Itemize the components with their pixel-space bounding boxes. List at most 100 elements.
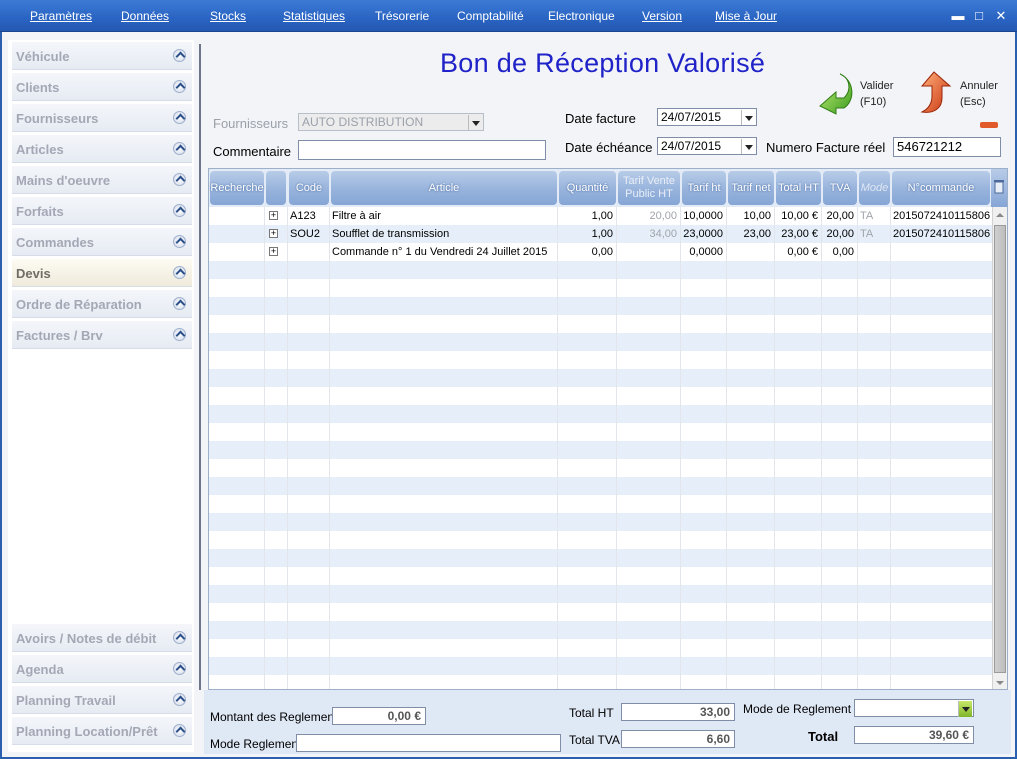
- cell-tarif-public[interactable]: 20,00: [617, 207, 681, 225]
- expand-plus-icon[interactable]: +: [269, 247, 278, 256]
- chevron-up-icon[interactable]: [173, 111, 186, 124]
- menu-comptabilite[interactable]: Comptabilité: [457, 9, 524, 23]
- col-code[interactable]: Code: [289, 171, 329, 205]
- col-numero-commande[interactable]: N°commande: [892, 171, 990, 205]
- empty-table-row[interactable]: [209, 675, 993, 689]
- expand-plus-icon[interactable]: +: [269, 211, 278, 220]
- empty-table-row[interactable]: [209, 621, 993, 639]
- chevron-up-icon[interactable]: [173, 693, 186, 706]
- cell-tarif-net[interactable]: 23,00: [727, 225, 775, 243]
- cancel-button[interactable]: Annuler (Esc): [910, 70, 1000, 116]
- cell-expand[interactable]: +: [265, 243, 288, 261]
- close-icon[interactable]: ✕: [993, 8, 1009, 24]
- chevron-up-icon[interactable]: [173, 173, 186, 186]
- chevron-down-icon[interactable]: [958, 701, 972, 717]
- empty-table-row[interactable]: [209, 369, 993, 387]
- invoice-date-field[interactable]: 24/07/2015: [657, 108, 757, 126]
- col-tarif-net[interactable]: Tarif net: [728, 171, 774, 205]
- menu-parametres[interactable]: Paramètres: [30, 9, 92, 23]
- cell-tarif-net[interactable]: 10,00: [727, 207, 775, 225]
- chevron-up-icon[interactable]: [173, 204, 186, 217]
- cell-tva[interactable]: 20,00: [822, 207, 858, 225]
- cell-total-ht[interactable]: 0,00 €: [775, 243, 822, 261]
- cell-tarif-ht[interactable]: 23,0000: [681, 225, 727, 243]
- empty-table-row[interactable]: [209, 405, 993, 423]
- empty-table-row[interactable]: [209, 297, 993, 315]
- due-date-field[interactable]: 24/07/2015: [657, 137, 757, 155]
- sidebar-item-articles[interactable]: Articles: [12, 135, 192, 163]
- cell-total-ht[interactable]: 23,00 €: [775, 225, 822, 243]
- empty-table-row[interactable]: [209, 387, 993, 405]
- cell-code[interactable]: [288, 243, 330, 261]
- empty-table-row[interactable]: [209, 441, 993, 459]
- empty-table-row[interactable]: [209, 639, 993, 657]
- empty-table-row[interactable]: [209, 333, 993, 351]
- cell-commande[interactable]: [891, 243, 993, 261]
- empty-table-row[interactable]: [209, 315, 993, 333]
- comment-input[interactable]: [298, 140, 546, 160]
- trash-icon[interactable]: [991, 169, 1007, 207]
- scroll-thumb[interactable]: [994, 225, 1006, 673]
- expand-plus-icon[interactable]: +: [269, 229, 278, 238]
- cell-tarif-net[interactable]: [727, 243, 775, 261]
- empty-table-row[interactable]: [209, 513, 993, 531]
- menu-statistiques[interactable]: Statistiques: [283, 9, 345, 23]
- cell-article[interactable]: Filtre à air: [330, 207, 558, 225]
- menu-stocks[interactable]: Stocks: [210, 9, 246, 23]
- chevron-up-icon[interactable]: [173, 328, 186, 341]
- sidebar-item-devis[interactable]: Devis: [12, 259, 192, 287]
- empty-table-row[interactable]: [209, 351, 993, 369]
- empty-table-row[interactable]: [209, 603, 993, 621]
- chevron-down-icon[interactable]: [468, 115, 482, 130]
- cell-recherche[interactable]: [209, 225, 265, 243]
- minimize-icon[interactable]: ▬: [950, 8, 966, 23]
- empty-table-row[interactable]: [209, 261, 993, 279]
- cell-article[interactable]: Soufflet de transmission: [330, 225, 558, 243]
- sidebar-item-ordre-de-reparation[interactable]: Ordre de Réparation: [12, 290, 192, 318]
- chevron-up-icon[interactable]: [173, 631, 186, 644]
- maximize-icon[interactable]: □: [971, 8, 987, 23]
- col-tarif-vente-public[interactable]: Tarif Vente Public HT: [618, 171, 680, 205]
- menu-donnees[interactable]: Données: [121, 9, 169, 23]
- col-tarif-ht[interactable]: Tarif ht: [682, 171, 726, 205]
- payment-method-select[interactable]: [854, 699, 974, 717]
- cell-code[interactable]: A123: [288, 207, 330, 225]
- col-mode[interactable]: Mode: [859, 171, 890, 205]
- sidebar-item-avoirs[interactable]: Avoirs / Notes de débit: [12, 624, 192, 652]
- cell-tarif-ht[interactable]: 10,0000: [681, 207, 727, 225]
- chevron-up-icon[interactable]: [173, 662, 186, 675]
- cell-total-ht[interactable]: 10,00 €: [775, 207, 822, 225]
- cell-recherche[interactable]: [209, 243, 265, 261]
- sidebar-item-vehicule[interactable]: Véhicule: [12, 42, 192, 70]
- chevron-up-icon[interactable]: [173, 142, 186, 155]
- cell-commande[interactable]: 2015072410115806: [891, 225, 993, 243]
- empty-table-row[interactable]: [209, 585, 993, 603]
- menu-version[interactable]: Version: [642, 9, 682, 23]
- col-expand[interactable]: [266, 171, 286, 205]
- chevron-up-icon[interactable]: [173, 235, 186, 248]
- chevron-up-icon[interactable]: [173, 266, 186, 279]
- cell-article[interactable]: Commande n° 1 du Vendredi 24 Juillet 201…: [330, 243, 558, 261]
- validate-button[interactable]: Valider (F10): [810, 70, 900, 116]
- empty-table-row[interactable]: [209, 279, 993, 297]
- sidebar-item-clients[interactable]: Clients: [12, 73, 192, 101]
- empty-table-row[interactable]: [209, 657, 993, 675]
- cell-tva[interactable]: 0,00: [822, 243, 858, 261]
- sidebar-item-forfaits[interactable]: Forfaits: [12, 197, 192, 225]
- sidebar-item-commandes[interactable]: Commandes: [12, 228, 192, 256]
- minus-icon[interactable]: [980, 122, 998, 128]
- supplier-select[interactable]: AUTO DISTRIBUTION: [298, 113, 484, 131]
- table-row[interactable]: + A123 Filtre à air 1,00 20,00 10,0000 1…: [209, 207, 993, 225]
- cell-code[interactable]: SOU2: [288, 225, 330, 243]
- cell-mode[interactable]: TA: [858, 207, 891, 225]
- empty-table-row[interactable]: [209, 495, 993, 513]
- sidebar-item-mains-doeuvre[interactable]: Mains d'oeuvre: [12, 166, 192, 194]
- col-total-ht[interactable]: Total HT: [776, 171, 821, 205]
- sidebar-item-planning-travail[interactable]: Planning Travail: [12, 686, 192, 714]
- payment-mode-input[interactable]: [296, 734, 561, 752]
- payments-input[interactable]: 0,00 €: [332, 707, 426, 725]
- cell-quantite[interactable]: 1,00: [558, 225, 617, 243]
- vertical-scrollbar[interactable]: [992, 207, 1007, 689]
- chevron-up-icon[interactable]: [173, 80, 186, 93]
- empty-table-row[interactable]: [209, 459, 993, 477]
